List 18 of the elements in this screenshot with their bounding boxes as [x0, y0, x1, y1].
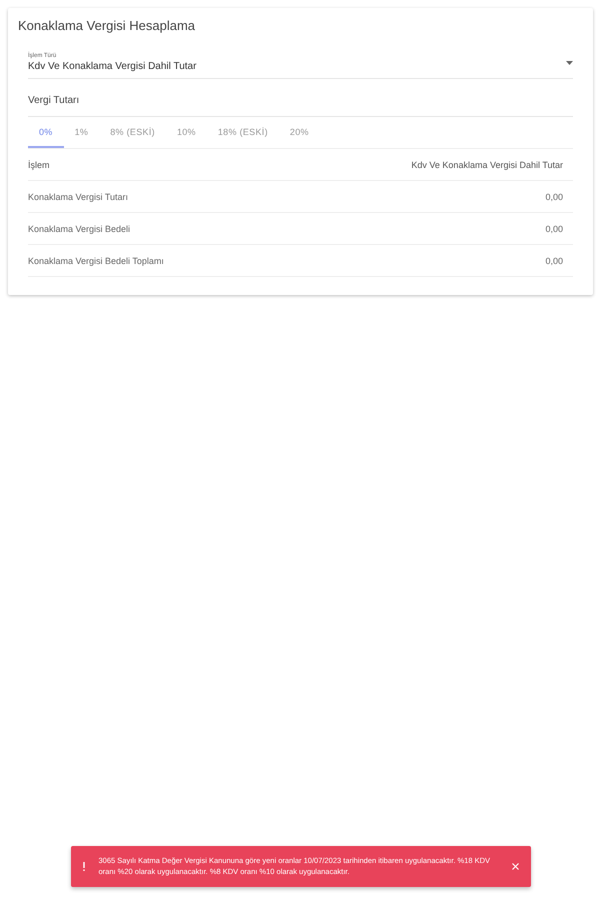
- column-header: İşlem: [28, 160, 50, 170]
- column-header: Kdv Ve Konaklama Vergisi Dahil Tutar: [411, 160, 563, 170]
- table-cell: Konaklama Vergisi Bedeli Toplamı: [28, 256, 164, 266]
- close-icon[interactable]: [512, 862, 518, 870]
- rate-tab[interactable]: 0%: [28, 117, 64, 148]
- select-value: Kdv Ve Konaklama Vergisi Dahil Tutar: [28, 61, 198, 72]
- dropdown-caret-icon: [566, 60, 573, 64]
- card-title: Konaklama Vergisi Hesaplama: [18, 18, 196, 33]
- rate-tab[interactable]: 20%: [278, 117, 320, 148]
- table-cell: 0,00: [545, 224, 563, 234]
- rate-tab[interactable]: 1%: [64, 117, 100, 148]
- table-cell: Konaklama Vergisi Bedeli: [28, 224, 130, 234]
- table-cell: 0,00: [545, 192, 563, 202]
- rate-tab[interactable]: 10%: [166, 117, 207, 148]
- table-cell: Konaklama Vergisi Tutarı: [28, 192, 128, 202]
- rate-tab[interactable]: 8% (ESKİ): [99, 117, 166, 148]
- rate-tab[interactable]: 18% (ESKİ): [206, 117, 279, 148]
- table-cell: 0,00: [545, 256, 563, 266]
